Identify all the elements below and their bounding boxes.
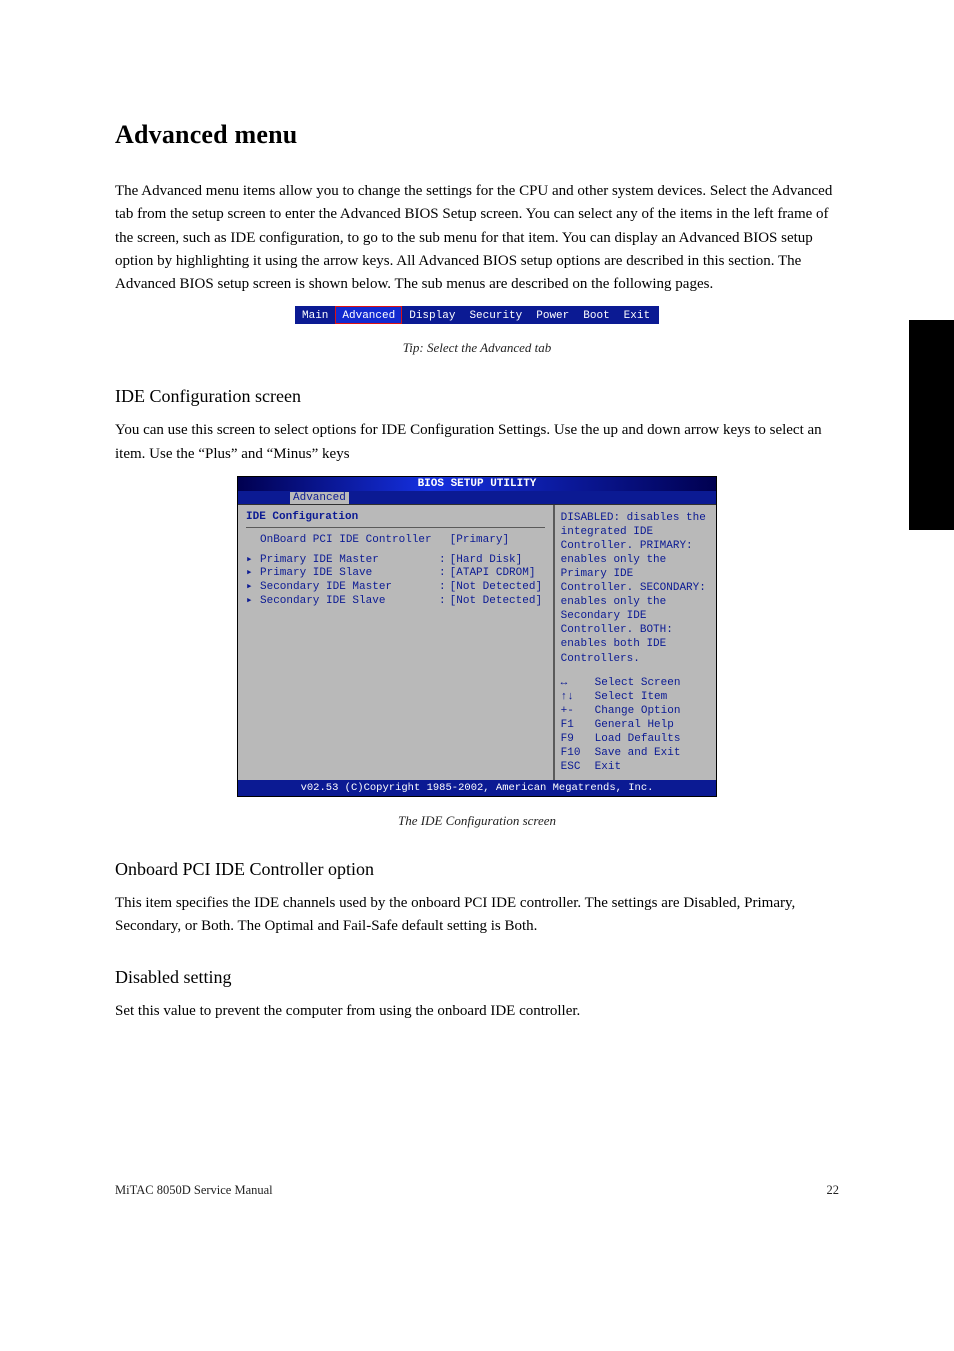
bios-tab-power: Power xyxy=(529,306,576,324)
bios-row-value: [Primary] xyxy=(450,534,545,548)
bios-row: OnBoard PCI IDE Controller [Primary] xyxy=(246,534,545,548)
bios-tab-advanced: Advanced xyxy=(335,306,402,324)
triangle-icon: ▸ xyxy=(246,581,256,595)
onboard-controller-heading: Onboard PCI IDE Controller option xyxy=(115,859,839,880)
bios-row-label: Primary IDE Slave xyxy=(260,567,432,581)
bios-key-desc: Save and Exit xyxy=(595,746,681,760)
triangle-icon: ▸ xyxy=(246,567,256,581)
footer-page-number: 22 xyxy=(827,1183,840,1198)
bios-key-desc: General Help xyxy=(595,718,674,732)
bios-tab-security: Security xyxy=(462,306,529,324)
page-title: Advanced menu xyxy=(115,120,839,150)
bios-key-desc: Load Defaults xyxy=(595,732,681,746)
bios-left-pane: IDE Configuration OnBoard PCI IDE Contro… xyxy=(238,505,553,780)
disabled-setting-heading: Disabled setting xyxy=(115,967,839,988)
caption-ide-screen: The IDE Configuration screen xyxy=(115,813,839,829)
bios-key-row: F10 Save and Exit xyxy=(561,746,710,760)
bios-key-desc: Change Option xyxy=(595,704,681,718)
bios-key-row: ↔ Select Screen xyxy=(561,676,710,690)
bios-row-label: OnBoard PCI IDE Controller xyxy=(260,534,432,548)
ide-config-heading: IDE Configuration screen xyxy=(115,386,839,407)
bios-row-value: [Hard Disk] xyxy=(450,554,545,568)
bios-row-label: Primary IDE Master xyxy=(260,554,432,568)
bios-key-row: ↑↓ Select Item xyxy=(561,690,710,704)
bios-tab-bar: MainAdvancedDisplaySecurityPowerBootExit xyxy=(295,306,659,324)
bios-key: F1 xyxy=(561,718,587,732)
bios-right-pane: DISABLED: disables the integrated IDE Co… xyxy=(553,505,716,780)
bios-row-value: [Not Detected] xyxy=(450,595,545,609)
bios-row-label: Secondary IDE Master xyxy=(260,581,432,595)
bios-screenshot: BIOS SETUP UTILITY Advanced IDE Configur… xyxy=(237,476,717,797)
bios-key-desc: Exit xyxy=(595,760,621,774)
disabled-setting-paragraph: Set this value to prevent the computer f… xyxy=(115,1000,839,1023)
bios-row: ▸ Secondary IDE Master: [Not Detected] xyxy=(246,581,545,595)
bios-tab-boot: Boot xyxy=(576,306,616,324)
bios-row-label: Secondary IDE Slave xyxy=(260,595,432,609)
bios-key-help: ↔ Select Screen ↑↓ Select Item +- Change Opti… xyxy=(561,676,710,775)
bios-row: ▸ Primary IDE Slave: [ATAPI CDROM] xyxy=(246,567,545,581)
bios-key: F10 xyxy=(561,746,587,760)
bios-row-value: [Not Detected] xyxy=(450,581,545,595)
triangle-icon: ▸ xyxy=(246,554,256,568)
bios-section-title: IDE Configuration xyxy=(246,511,545,523)
bios-key: ESC xyxy=(561,760,587,774)
ide-config-paragraph: You can use this screen to select option… xyxy=(115,419,839,466)
bios-key: ↑↓ xyxy=(561,690,587,704)
bios-title: BIOS SETUP UTILITY xyxy=(238,477,716,491)
bios-key: F9 xyxy=(561,732,587,746)
page-content: Advanced menu The Advanced menu items al… xyxy=(0,0,954,1258)
colon-separator: : xyxy=(436,595,446,609)
bios-key-row: ESC Exit xyxy=(561,760,710,774)
page-footer: MiTAC 8050D Service Manual 22 xyxy=(115,1183,839,1198)
bios-tab-exit: Exit xyxy=(617,306,657,324)
footer-doc-title: MiTAC 8050D Service Manual xyxy=(115,1183,273,1198)
bios-key-desc: Select Item xyxy=(595,690,668,704)
bios-key-row: F9 Load Defaults xyxy=(561,732,710,746)
colon-separator: : xyxy=(436,554,446,568)
triangle-icon xyxy=(246,534,256,548)
bios-help-text: DISABLED: disables the integrated IDE Co… xyxy=(561,511,710,666)
bios-tab-display: Display xyxy=(402,306,462,324)
colon-separator: : xyxy=(436,581,446,595)
bios-key-row: +- Change Option xyxy=(561,704,710,718)
bios-rows: OnBoard PCI IDE Controller [Primary] ▸ Pri… xyxy=(246,534,545,609)
bios-key: ↔ xyxy=(561,676,587,690)
bios-active-tab: Advanced xyxy=(290,492,349,504)
bios-tab-main: Main xyxy=(295,306,335,324)
bios-footer: v02.53 (C)Copyright 1985-2002, American … xyxy=(238,780,716,796)
colon-separator: : xyxy=(436,567,446,581)
triangle-icon: ▸ xyxy=(246,595,256,609)
colon-separator xyxy=(436,534,446,548)
bios-key-desc: Select Screen xyxy=(595,676,681,690)
bios-row: ▸ Secondary IDE Slave: [Not Detected] xyxy=(246,595,545,609)
onboard-controller-paragraph: This item specifies the IDE channels use… xyxy=(115,892,839,939)
bios-key-row: F1 General Help xyxy=(561,718,710,732)
bios-row-value: [ATAPI CDROM] xyxy=(450,567,545,581)
bios-tab-row: Advanced xyxy=(238,491,716,504)
caption-select-advanced: Tip: Select the Advanced tab xyxy=(115,340,839,356)
intro-paragraph: The Advanced menu items allow you to cha… xyxy=(115,180,839,296)
bios-row: ▸ Primary IDE Master: [Hard Disk] xyxy=(246,554,545,568)
bios-key: +- xyxy=(561,704,587,718)
